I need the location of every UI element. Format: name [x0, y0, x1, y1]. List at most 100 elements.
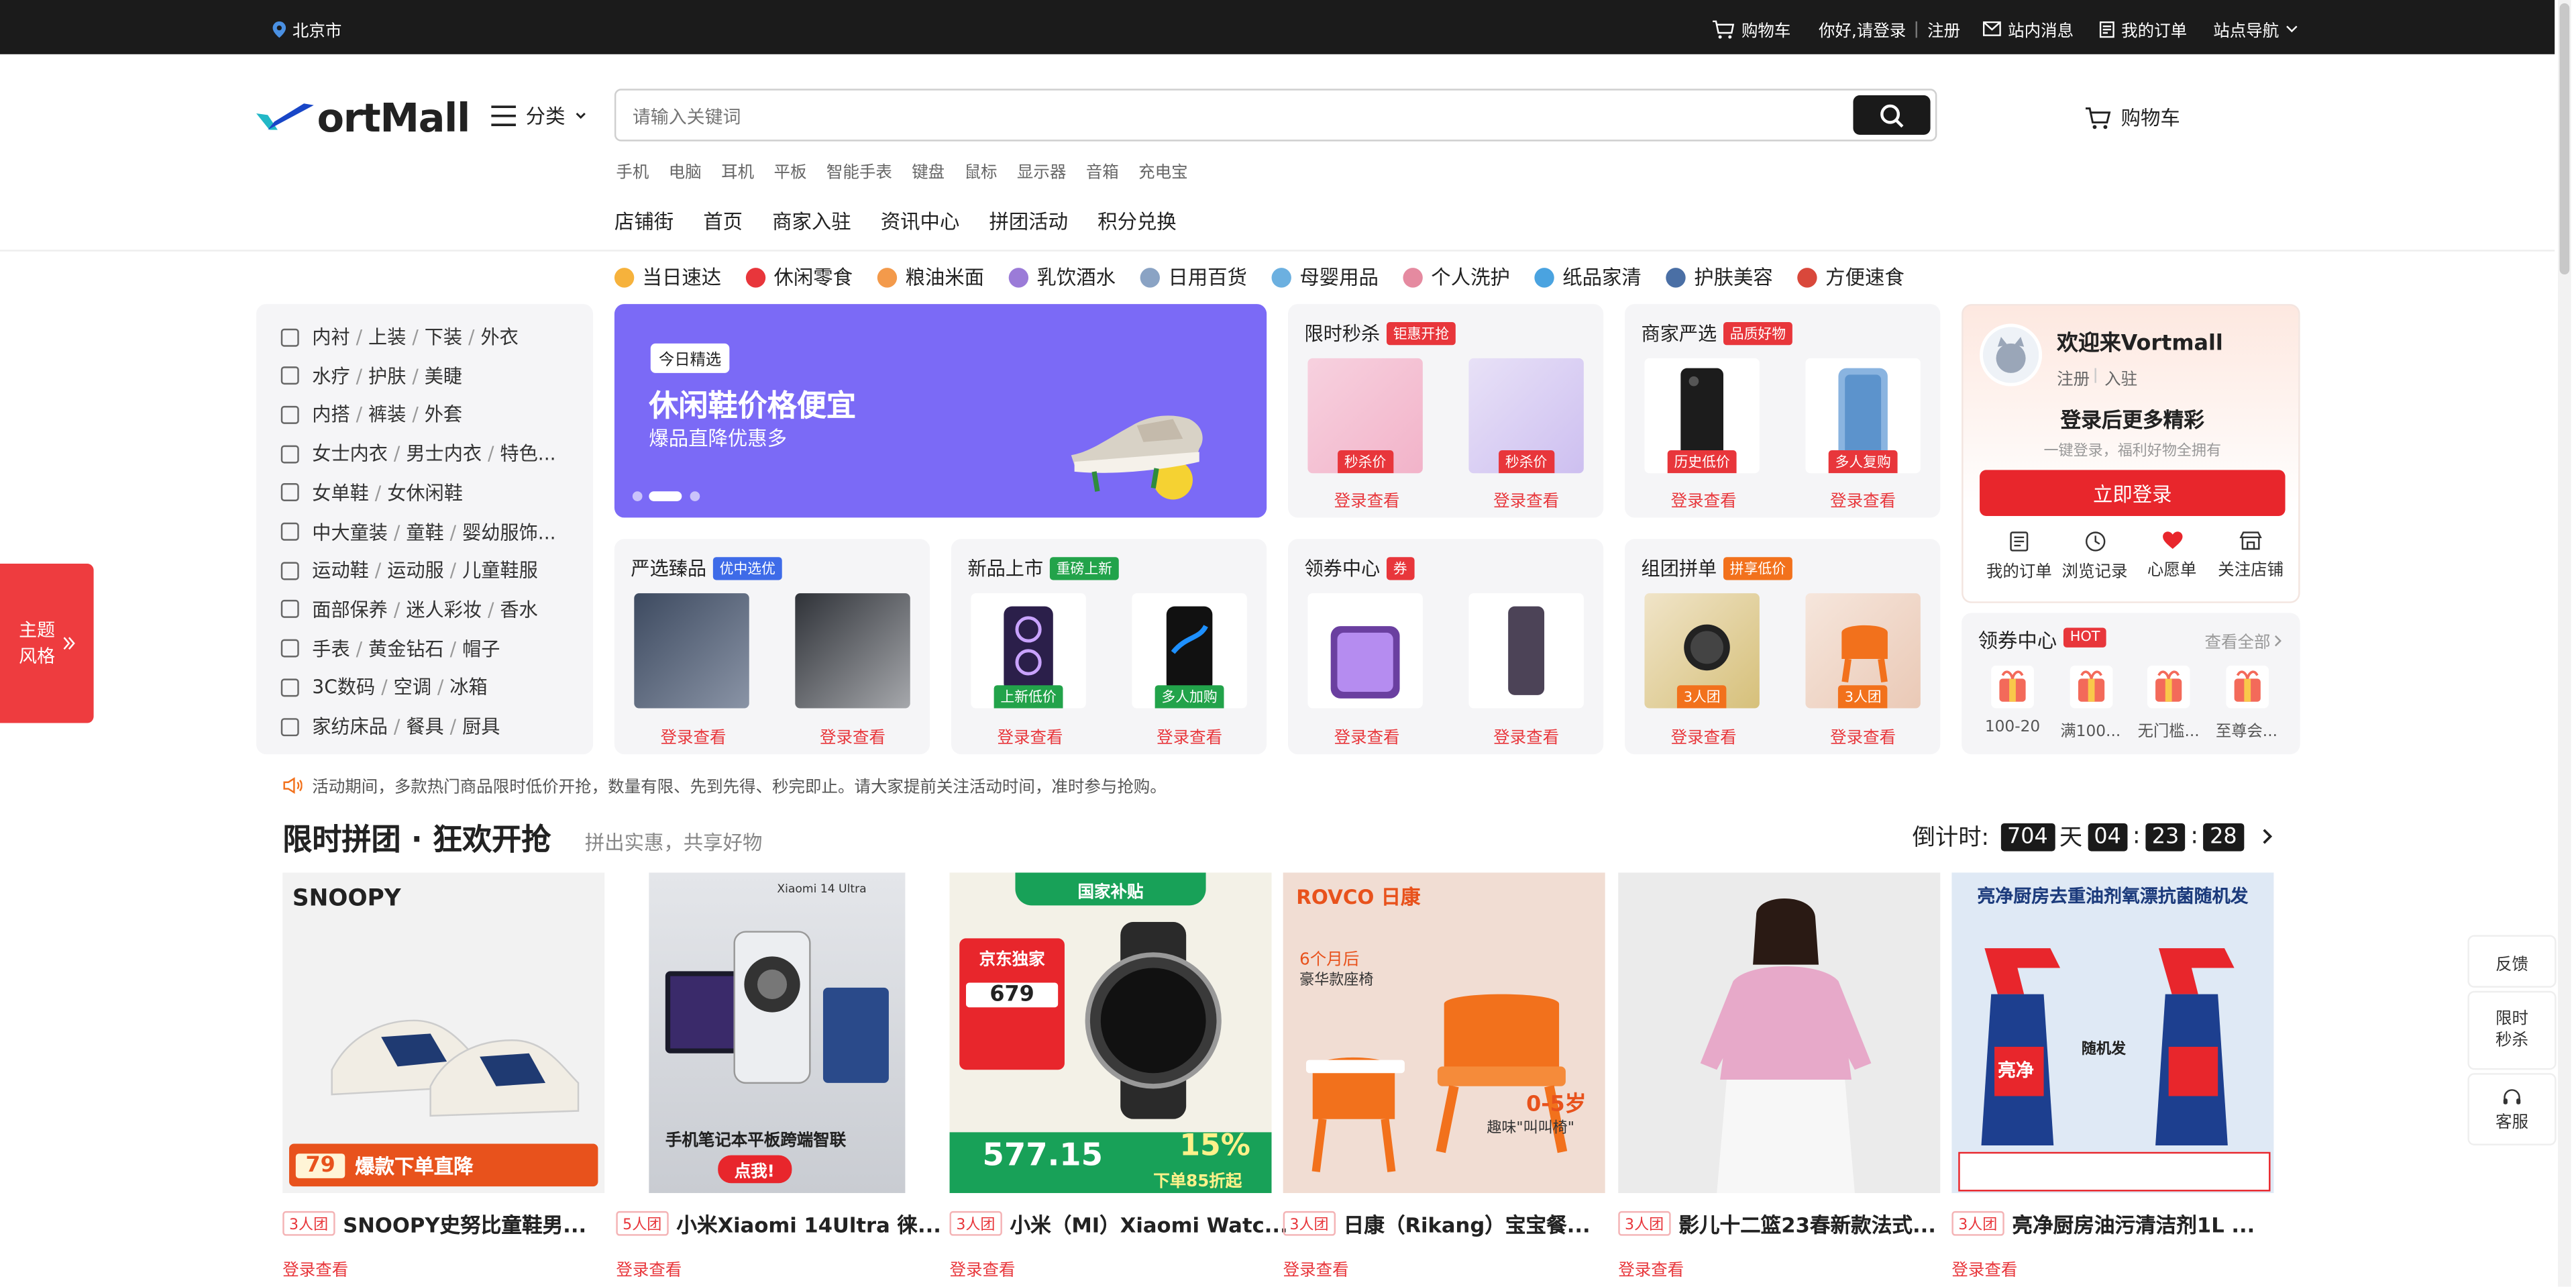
product-thumb[interactable] [634, 593, 749, 709]
hot-keyword[interactable]: 鼠标 [965, 158, 998, 183]
orders-link[interactable]: 我的订单 [2100, 16, 2187, 41]
hot-keyword[interactable]: 电脑 [669, 158, 702, 183]
nav-news[interactable]: 资讯中心 [881, 207, 960, 236]
sidebar-category-link[interactable]: 男士内衣 [406, 442, 482, 465]
login-view-link[interactable]: 登录查看 [1618, 1255, 1684, 1280]
nav-points[interactable]: 积分兑换 [1097, 207, 1177, 236]
customer-service-button[interactable]: 客服 [2467, 1073, 2557, 1145]
group-product-title[interactable]: 3人团 日康（Rikang）宝宝餐... [1283, 1208, 1591, 1239]
category-chip[interactable]: 护肤美容 [1666, 263, 1773, 291]
sidebar-category-link[interactable]: 手表 [312, 637, 350, 660]
product-thumb[interactable]: 3人团 [1805, 593, 1921, 709]
sidebar-category-link[interactable]: 护肤 [368, 364, 406, 387]
category-chip[interactable]: 纸品家清 [1534, 263, 1642, 291]
sidebar-category-link[interactable]: 童鞋 [406, 520, 443, 543]
register-link[interactable]: 注册 [1927, 16, 1960, 41]
coupon-item[interactable]: 100-20 [1975, 662, 2051, 736]
category-chip[interactable]: 乳饮酒水 [1008, 263, 1116, 291]
avatar[interactable] [1980, 323, 2043, 387]
login-view-link[interactable]: 登录查看 [282, 1255, 348, 1280]
nav-group-buy[interactable]: 拼团活动 [989, 207, 1068, 236]
coupon-card[interactable]: 领券中心券 登录查看 登录查看 [1288, 539, 1604, 755]
hot-keyword[interactable]: 音箱 [1086, 158, 1119, 183]
login-view-link[interactable]: 登录查看 [820, 723, 885, 748]
login-view-link[interactable]: 登录查看 [1951, 1255, 2017, 1280]
category-chip[interactable]: 方便速食 [1797, 263, 1904, 291]
strict-select-card[interactable]: 严选臻品 优中选优 登录查看 登录查看 [614, 539, 930, 755]
chevron-right-icon[interactable] [2261, 828, 2272, 844]
sidebar-category-link[interactable]: 面部保养 [312, 598, 388, 621]
sidebar-category-link[interactable]: 水疗 [312, 364, 350, 387]
scrollbar-thumb[interactable] [2559, 3, 2570, 274]
view-all-coupons-link[interactable]: 查看全部 [2205, 628, 2282, 652]
messages-link[interactable]: 站内消息 [1983, 16, 2074, 41]
sidebar-category-link[interactable]: 上装 [368, 325, 406, 348]
sidebar-category-link[interactable]: 香水 [500, 598, 537, 621]
carousel-dot[interactable] [690, 491, 700, 501]
category-menu-button[interactable]: 分类 [491, 102, 586, 130]
topbar-cart-link[interactable]: 购物车 [1712, 16, 1790, 41]
search-button[interactable] [1853, 95, 1931, 135]
profile-join-link[interactable]: 入驻 [2104, 365, 2137, 389]
group-product-image[interactable] [1618, 872, 1941, 1193]
sidebar-category-link[interactable]: 运动服 [387, 559, 443, 582]
site-nav-dropdown[interactable]: 站点导航 [2213, 16, 2298, 41]
sidebar-category-link[interactable]: 婴幼服饰... [462, 520, 556, 543]
login-view-link[interactable]: 登录查看 [1671, 486, 1737, 511]
product-thumb[interactable]: 上新低价 [971, 593, 1086, 709]
sidebar-category-link[interactable]: 冰箱 [449, 676, 487, 699]
login-view-link[interactable]: 登录查看 [1830, 723, 1896, 748]
login-view-link[interactable]: 登录查看 [1671, 723, 1737, 748]
sidebar-category-link[interactable]: 中大童装 [312, 520, 388, 543]
feedback-button[interactable]: 反馈 [2467, 935, 2557, 988]
group-product-title[interactable]: 3人团 小米（MI）Xiaomi Watc... [949, 1208, 1288, 1239]
hero-banner[interactable]: 今日精选 休闲鞋价格便宜 爆品直降优惠多 [614, 304, 1267, 518]
hot-keyword[interactable]: 显示器 [1017, 158, 1066, 183]
login-button[interactable]: 立即登录 [1980, 470, 2286, 516]
login-view-link[interactable]: 登录查看 [1283, 1255, 1349, 1280]
group-product-image[interactable]: Xiaomi 14 Ultra 手机笔记本平板跨端智联 点我! [616, 872, 938, 1193]
sidebar-category-link[interactable]: 特色... [500, 442, 555, 465]
group-product-title[interactable]: 3人团 SNOOPY史努比童鞋男... [282, 1208, 586, 1239]
search-input[interactable] [629, 100, 1786, 134]
login-view-link[interactable]: 登录查看 [1493, 723, 1559, 748]
group-product-title[interactable]: 3人团 亮净厨房油污清洁剂1L ... [1951, 1208, 2255, 1239]
sidebar-category-link[interactable]: 外套 [425, 403, 462, 426]
sidebar-category-link[interactable]: 女单鞋 [312, 481, 368, 504]
nav-shop-street[interactable]: 店铺街 [614, 207, 674, 236]
category-chip[interactable]: 日用百货 [1140, 263, 1247, 291]
sidebar-category-link[interactable]: 儿童鞋服 [462, 559, 538, 582]
group-product-image[interactable]: SNOOPY 79 爆款下单直降 [282, 872, 605, 1193]
flash-sale-button[interactable]: 限时 秒杀 [2467, 990, 2557, 1070]
sidebar-category-link[interactable]: 下装 [425, 325, 462, 348]
product-thumb[interactable]: 历史低价 [1644, 358, 1760, 474]
login-view-link[interactable]: 登录查看 [616, 1255, 682, 1280]
login-view-link[interactable]: 登录查看 [660, 723, 726, 748]
theme-style-tab[interactable]: 主题 风格 [0, 564, 94, 723]
site-logo[interactable]: ortMall [255, 95, 470, 142]
group-product-title[interactable]: 3人团 影儿十二篮23春新款法式... [1618, 1208, 1936, 1239]
login-view-link[interactable]: 登录查看 [1830, 486, 1896, 511]
sidebar-category-link[interactable]: 内衬 [312, 325, 350, 348]
hot-keyword[interactable]: 耳机 [721, 158, 754, 183]
login-view-link[interactable]: 登录查看 [1157, 723, 1222, 748]
nav-merchant-join[interactable]: 商家入驻 [772, 207, 851, 236]
sidebar-category-link[interactable]: 女士内衣 [312, 442, 388, 465]
group-product-image[interactable]: ROVCO 日康 6个月后 豪华款座椅 0-5岁 趣味"叫叫椅" [1283, 872, 1605, 1193]
login-view-link[interactable]: 登录查看 [1334, 723, 1400, 748]
hot-keyword[interactable]: 智能手表 [826, 158, 892, 183]
coupon-item[interactable]: 无门槛... [2131, 662, 2206, 741]
sidebar-category-link[interactable]: 运动鞋 [312, 559, 368, 582]
sidebar-category-link[interactable]: 内搭 [312, 403, 350, 426]
shortcut-history[interactable]: 浏览记录 [2055, 531, 2135, 582]
header-cart-button[interactable]: 购物车 [2085, 103, 2180, 132]
group-order-card[interactable]: 组团拼单 拼享低价 3人团 3人团 登录查看 登录查看 [1625, 539, 1941, 755]
category-chip[interactable]: 个人洗护 [1403, 263, 1510, 291]
shortcut-followed-stores[interactable]: 关注店铺 [2210, 531, 2292, 580]
carousel-dot[interactable] [632, 491, 643, 501]
login-view-link[interactable]: 登录查看 [950, 1255, 1016, 1280]
page-scrollbar[interactable] [2558, 0, 2571, 1287]
login-view-link[interactable]: 登录查看 [1334, 486, 1400, 511]
hot-keyword[interactable]: 键盘 [912, 158, 945, 183]
sidebar-category-link[interactable]: 帽子 [462, 637, 500, 660]
